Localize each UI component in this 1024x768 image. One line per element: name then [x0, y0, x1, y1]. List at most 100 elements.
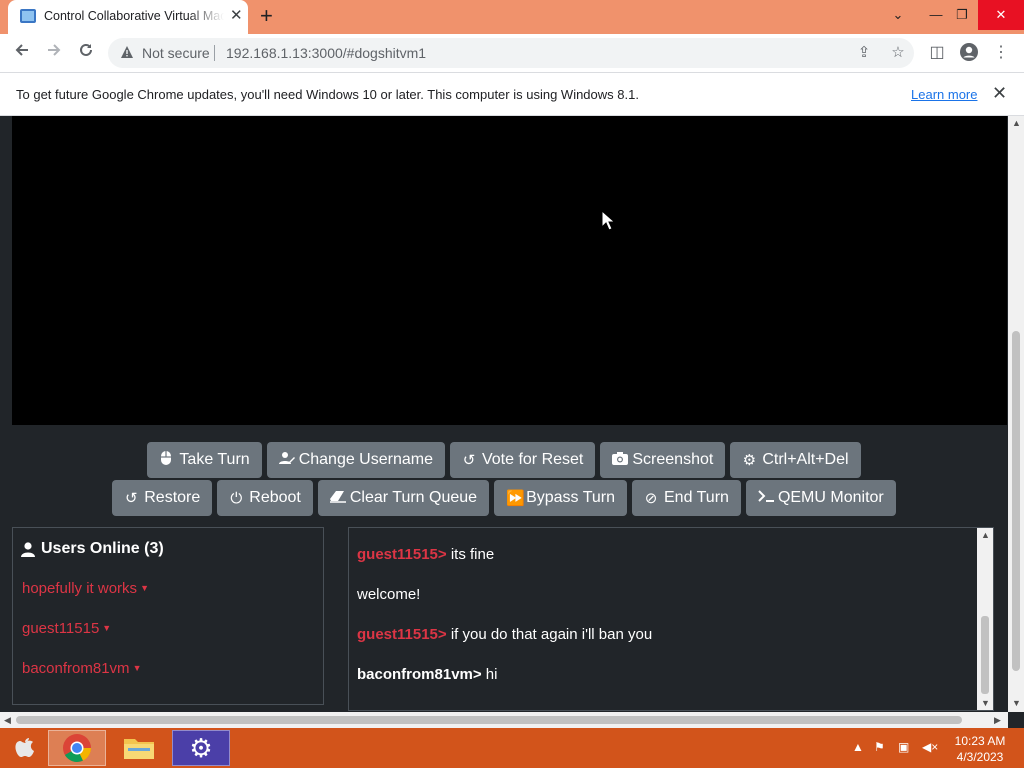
bypass-turn-label: Bypass Turn — [526, 489, 615, 506]
users-online-panel: Users Online (3) hopefully it works ▼ gue… — [12, 527, 324, 705]
monitor-icon — [20, 9, 36, 23]
chat-username[interactable]: guest11515> — [357, 546, 447, 563]
forward-arrow-icon — [48, 44, 61, 56]
chat-text: welcome! — [357, 586, 421, 603]
terminal-icon — [758, 489, 774, 507]
ctrl-alt-del-label: Ctrl+Alt+Del — [762, 451, 849, 468]
learn-more-link[interactable]: Learn more — [911, 87, 977, 102]
show-hidden-icons[interactable]: ▲ — [852, 740, 864, 754]
browser-tab[interactable]: Control Collaborative Virtual Machine ✕ — [8, 0, 248, 34]
caret-down-icon: ▼ — [132, 663, 142, 673]
chat-username[interactable]: baconfrom81vm> — [357, 666, 482, 683]
user-item[interactable]: baconfrom81vm ▼ — [22, 660, 141, 677]
take-turn-button[interactable]: Take Turn — [147, 442, 262, 478]
address-bar[interactable]: Not secure 192.168.1.13:3000/#dogshitvm1… — [108, 38, 914, 68]
ctrl-alt-del-button[interactable]: ⚙ Ctrl+Alt+Del — [730, 442, 861, 478]
browser-titlebar: Control Collaborative Virtual Machine ✕ … — [0, 0, 1024, 34]
scroll-left-arrow-icon[interactable]: ◀ — [4, 715, 11, 726]
chat-panel[interactable]: guest11515> its fine welcome! guest11515… — [348, 527, 994, 711]
profile-avatar-icon[interactable] — [958, 42, 980, 64]
scroll-down-arrow-icon[interactable]: ▼ — [1012, 698, 1021, 708]
browser-toolbar: Not secure 192.168.1.13:3000/#dogshitvm1… — [0, 34, 1024, 72]
clear-turn-queue-label: Clear Turn Queue — [349, 489, 478, 506]
browser-menu-icon[interactable]: ⋮ — [990, 42, 1012, 64]
undo-icon: ↺ — [462, 452, 476, 469]
clear-turn-queue-button[interactable]: Clear Turn Queue — [317, 480, 490, 516]
username: guest11515 — [22, 620, 100, 637]
chat-text: if you do that again i'll ban you — [446, 626, 653, 643]
close-window-button[interactable]: ✕ — [978, 0, 1024, 30]
user-item[interactable]: hopefully it works ▼ — [22, 580, 149, 597]
chat-username[interactable]: guest11515> — [357, 626, 447, 643]
vm-controls-row-1: Take Turn Change Username ↺ Vote for Res… — [0, 442, 1008, 478]
fast-forward-icon: ⏩ — [506, 490, 525, 507]
system-clock[interactable]: 10:23 AM 4/3/2023 — [940, 733, 1020, 765]
bypass-turn-button[interactable]: ⏩ Bypass Turn — [494, 480, 627, 516]
forward-button[interactable] — [41, 40, 67, 66]
chat-text: hi — [481, 666, 498, 683]
taskbar-settings[interactable]: ⚙ — [172, 730, 230, 766]
change-username-button[interactable]: Change Username — [266, 442, 445, 478]
volume-icon[interactable]: ◀× — [922, 740, 938, 754]
chat-message: guest11515> its fine — [357, 546, 494, 563]
folder-icon — [124, 739, 154, 759]
screenshot-label: Screenshot — [632, 451, 714, 468]
restore-button[interactable]: ↺ Restore — [112, 480, 213, 516]
chat-message: guest11515> if you do that again i'll ba… — [357, 626, 652, 643]
clock-date: 4/3/2023 — [956, 750, 1004, 764]
tab-search-icon[interactable]: ⌄ — [880, 0, 916, 30]
screenshot-button[interactable]: Screenshot — [600, 442, 726, 478]
change-username-label: Change Username — [298, 451, 433, 468]
gear-icon: ⚙ — [742, 452, 757, 469]
reboot-button[interactable]: ⏻ Reboot — [217, 480, 313, 516]
page-horizontal-scrollbar[interactable]: ◀ ▶ — [0, 712, 1008, 728]
chat-message: baconfrom81vm> hi — [357, 666, 497, 683]
bookmark-star-icon[interactable]: ☆ — [888, 43, 908, 63]
action-center-flag-icon[interactable]: ⚑ — [874, 740, 885, 754]
caret-down-icon: ▼ — [140, 583, 149, 593]
page-scroll-thumb[interactable] — [1012, 331, 1020, 671]
chrome-icon — [63, 734, 91, 762]
new-tab-button[interactable]: + — [260, 5, 273, 27]
side-panel-icon[interactable]: ◫ — [926, 42, 948, 64]
scroll-up-arrow-icon[interactable]: ▲ — [981, 530, 990, 540]
chat-message: welcome! — [357, 586, 420, 603]
end-turn-button[interactable]: ⊘ End Turn — [632, 480, 741, 516]
users-online-heading: Users Online (3) — [21, 540, 164, 558]
warning-icon[interactable] — [120, 45, 134, 59]
share-icon[interactable]: ⇪ — [854, 43, 874, 63]
page-vertical-scrollbar[interactable]: ▲ ▼ — [1008, 116, 1024, 712]
user-item[interactable]: guest11515 ▼ — [22, 620, 111, 637]
tab-close-icon[interactable]: ✕ — [230, 8, 243, 24]
scroll-right-arrow-icon[interactable]: ▶ — [994, 715, 1001, 726]
vm-display[interactable] — [12, 116, 1007, 425]
camera-icon — [612, 451, 629, 469]
scroll-down-arrow-icon[interactable]: ▼ — [981, 698, 990, 708]
horizontal-scroll-thumb[interactable] — [16, 716, 962, 724]
chat-text: its fine — [446, 546, 495, 563]
security-label[interactable]: Not secure — [142, 45, 210, 61]
taskbar-chrome[interactable] — [48, 730, 106, 766]
chat-scrollbar[interactable]: ▲ ▼ — [977, 528, 993, 710]
update-infobar: To get future Google Chrome updates, you… — [0, 72, 1024, 116]
back-button[interactable] — [9, 40, 35, 66]
eraser-icon — [329, 489, 346, 507]
vote-reset-button[interactable]: ↺ Vote for Reset — [449, 442, 596, 478]
reload-icon — [80, 43, 92, 56]
gear-icon: ⚙ — [189, 732, 213, 763]
clock-time: 10:23 AM — [954, 734, 1006, 748]
qemu-monitor-button[interactable]: QEMU Monitor — [745, 480, 896, 516]
restore-window-button[interactable]: ❐ — [944, 0, 980, 30]
reload-button[interactable] — [73, 40, 99, 66]
start-button[interactable] — [0, 730, 50, 766]
chat-scroll-thumb[interactable] — [981, 616, 989, 694]
vm-controls-row-2: ↺ Restore ⏻ Reboot Clear Turn Queue ⏩ By… — [0, 480, 1008, 516]
caret-down-icon: ▼ — [102, 623, 112, 633]
network-icon[interactable]: ▣ — [898, 740, 909, 754]
user-icon — [21, 541, 35, 557]
scroll-up-arrow-icon[interactable]: ▲ — [1012, 118, 1021, 128]
infobar-close-icon[interactable]: ✕ — [992, 83, 1007, 104]
apple-logo-icon — [15, 738, 34, 757]
taskbar-file-explorer[interactable] — [110, 730, 168, 766]
url-text[interactable]: 192.168.1.13:3000/#dogshitvm1 — [226, 45, 426, 61]
